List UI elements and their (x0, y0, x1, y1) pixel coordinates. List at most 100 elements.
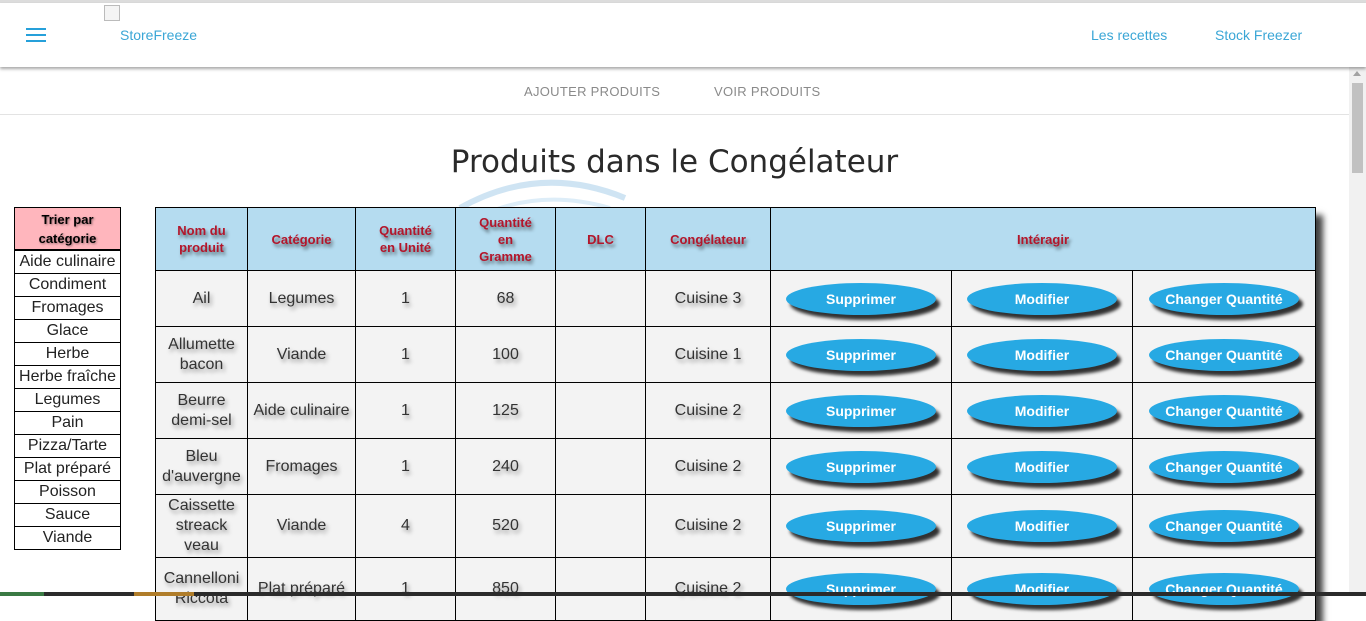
sub-navigation: AJOUTER PRODUITS VOIR PRODUITS (0, 67, 1349, 115)
category-aide-culinaire[interactable]: Aide culinaire (15, 250, 120, 273)
cell-dlc (555, 382, 646, 439)
table-row: Bleu d'auvergne Fromages 1 240 Cuisine 2… (155, 438, 1316, 495)
cell-categorie: Aide culinaire (247, 382, 356, 439)
top-navbar: StoreFreeze Les recettes Stock Freezer (0, 3, 1366, 67)
cell-congelateur: Cuisine 2 (645, 438, 771, 495)
nav-link-recettes[interactable]: Les recettes (1091, 27, 1167, 43)
category-glace[interactable]: Glace (15, 319, 120, 342)
table-row: Ail Legumes 1 68 Cuisine 3 Supprimer Mod… (155, 270, 1316, 327)
change-quantity-button[interactable]: Changer Quantité (1149, 338, 1299, 371)
cell-gramme: 850 (455, 557, 556, 621)
cell-nom: Ail (155, 270, 248, 327)
edit-button[interactable]: Modifier (967, 338, 1117, 371)
taskbar-item[interactable] (0, 592, 44, 596)
cell-dlc (555, 270, 646, 327)
header-congelateur: Congélateur (645, 207, 771, 271)
hamburger-menu-icon[interactable] (26, 28, 46, 44)
cell-dlc (555, 326, 646, 383)
table-row: Caissette streack veau Viande 4 520 Cuis… (155, 494, 1316, 558)
category-sauce[interactable]: Sauce (15, 503, 120, 526)
products-table-container: Nom du produit Catégorie Quantité en Uni… (155, 207, 1316, 621)
cell-categorie: Viande (247, 494, 356, 558)
category-filter-sidebar: Trier par catégorie Aide culinaire Condi… (14, 207, 121, 550)
category-condiment[interactable]: Condiment (15, 273, 120, 296)
cell-dlc (555, 438, 646, 495)
delete-button[interactable]: Supprimer (786, 338, 936, 371)
table-row: Allumette bacon Viande 1 100 Cuisine 1 S… (155, 326, 1316, 383)
category-pizza-tarte[interactable]: Pizza/Tarte (15, 434, 120, 457)
taskbar-item[interactable] (134, 592, 194, 596)
header-nom: Nom du produit (155, 207, 248, 271)
cell-categorie: Plat préparé (247, 557, 356, 621)
logo-link[interactable]: StoreFreeze (120, 27, 197, 43)
header-categorie: Catégorie (247, 207, 356, 271)
cell-categorie: Fromages (247, 438, 356, 495)
category-herbe[interactable]: Herbe (15, 342, 120, 365)
broken-image-icon (104, 5, 120, 21)
category-pain[interactable]: Pain (15, 411, 120, 434)
cell-dlc (555, 494, 646, 558)
cell-unite: 1 (355, 326, 456, 383)
change-quantity-button[interactable]: Changer Quantité (1149, 450, 1299, 483)
header-quantite-unite: Quantité en Unité (355, 207, 456, 271)
cell-categorie: Legumes (247, 270, 356, 327)
scroll-up-arrow-icon[interactable] (1353, 71, 1361, 76)
delete-button[interactable]: Supprimer (786, 510, 936, 542)
cell-categorie: Viande (247, 326, 356, 383)
os-taskbar (0, 592, 1366, 596)
delete-button[interactable]: Supprimer (786, 573, 936, 605)
cell-nom: Allumette bacon (155, 326, 248, 383)
header-quantite-gramme: Quantité en Gramme (455, 207, 556, 271)
tab-ajouter-produits[interactable]: AJOUTER PRODUITS (524, 84, 660, 99)
cell-unite: 1 (355, 557, 456, 621)
cell-congelateur: Cuisine 2 (645, 382, 771, 439)
change-quantity-button[interactable]: Changer Quantité (1149, 394, 1299, 427)
header-interagir: Intéragir (770, 207, 1316, 271)
category-herbe-fraiche[interactable]: Herbe fraîche (15, 365, 120, 388)
sidebar-header: Trier par catégorie (15, 208, 120, 250)
header-dlc: DLC (555, 207, 646, 271)
category-plat-prepare[interactable]: Plat préparé (15, 457, 120, 480)
cell-gramme: 125 (455, 382, 556, 439)
category-viande[interactable]: Viande (15, 526, 120, 549)
delete-button[interactable]: Supprimer (786, 282, 936, 315)
cell-nom: Cannelloni Riccota (155, 557, 248, 621)
tab-voir-produits[interactable]: VOIR PRODUITS (714, 84, 820, 99)
cell-unite: 1 (355, 382, 456, 439)
edit-button[interactable]: Modifier (967, 394, 1117, 427)
edit-button[interactable]: Modifier (967, 282, 1117, 315)
change-quantity-button[interactable]: Changer Quantité (1149, 282, 1299, 315)
products-table: Nom du produit Catégorie Quantité en Uni… (155, 207, 1316, 621)
vertical-scrollbar[interactable] (1349, 67, 1366, 596)
page-title: Produits dans le Congélateur (450, 144, 899, 180)
cell-nom: Caissette streack veau (155, 494, 248, 558)
edit-button[interactable]: Modifier (967, 450, 1117, 483)
category-legumes[interactable]: Legumes (15, 388, 120, 411)
edit-button[interactable]: Modifier (967, 510, 1117, 542)
change-quantity-button[interactable]: Changer Quantité (1149, 510, 1299, 542)
table-row: Beurre demi-sel Aide culinaire 1 125 Cui… (155, 382, 1316, 439)
cell-nom: Beurre demi-sel (155, 382, 248, 439)
category-fromages[interactable]: Fromages (15, 296, 120, 319)
nav-link-stock-freezer[interactable]: Stock Freezer (1215, 27, 1302, 43)
cell-unite: 4 (355, 494, 456, 558)
cell-congelateur: Cuisine 2 (645, 557, 771, 621)
cell-gramme: 100 (455, 326, 556, 383)
change-quantity-button[interactable]: Changer Quantité (1149, 573, 1299, 605)
cell-unite: 1 (355, 270, 456, 327)
delete-button[interactable]: Supprimer (786, 394, 936, 427)
cell-nom: Bleu d'auvergne (155, 438, 248, 495)
scrollbar-thumb[interactable] (1352, 83, 1363, 173)
cell-gramme: 240 (455, 438, 556, 495)
cell-gramme: 520 (455, 494, 556, 558)
table-row: Cannelloni Riccota Plat préparé 1 850 Cu… (155, 557, 1316, 621)
cell-dlc (555, 557, 646, 621)
cell-congelateur: Cuisine 1 (645, 326, 771, 383)
cell-gramme: 68 (455, 270, 556, 327)
edit-button[interactable]: Modifier (967, 573, 1117, 605)
cell-unite: 1 (355, 438, 456, 495)
category-poisson[interactable]: Poisson (15, 480, 120, 503)
cell-congelateur: Cuisine 3 (645, 270, 771, 327)
delete-button[interactable]: Supprimer (786, 450, 936, 483)
cell-congelateur: Cuisine 2 (645, 494, 771, 558)
